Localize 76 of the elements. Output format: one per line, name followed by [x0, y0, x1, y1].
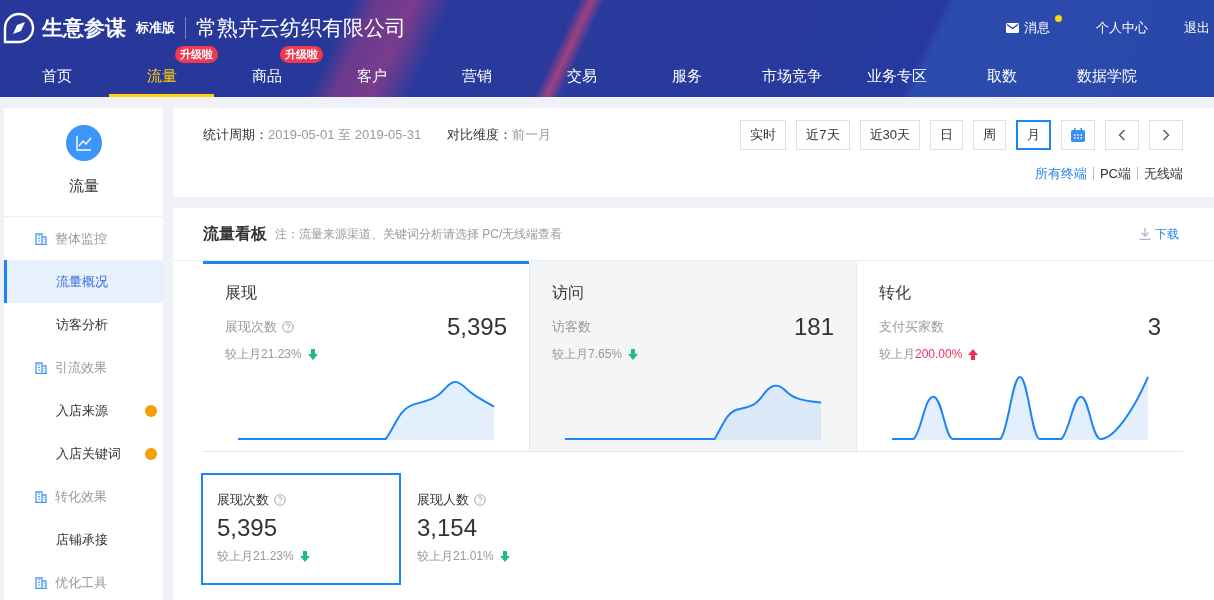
- sidebar-item[interactable]: 入店关键词: [4, 432, 163, 475]
- metric-label: 展现次数: [225, 318, 277, 336]
- download-icon: [1139, 228, 1151, 240]
- change-text: 较上月200.00%: [879, 346, 963, 363]
- shop-name: 常熟卉云纺织有限公司: [196, 14, 406, 41]
- nav-tab[interactable]: 市场竞争: [739, 55, 844, 97]
- terminal-link[interactable]: 无线端: [1137, 167, 1183, 180]
- product-name: 生意参谋: [42, 14, 126, 41]
- chevron-left-icon: [1118, 129, 1126, 141]
- nav-tab[interactable]: 交易: [529, 55, 634, 97]
- upgrade-badge: 升级啦: [280, 46, 323, 63]
- change-text: 较上月7.65%: [552, 346, 623, 363]
- calendar-button[interactable]: [1061, 120, 1095, 150]
- nav-tab[interactable]: 首页: [4, 55, 109, 97]
- change-text: 较上月21.23%: [217, 548, 294, 565]
- metric-value: 5,395: [446, 313, 507, 341]
- nav-tab[interactable]: 数据学院: [1054, 55, 1159, 97]
- mail-icon[interactable]: [1006, 22, 1019, 33]
- sidebar-item[interactable]: 流量概况: [4, 260, 163, 303]
- metric-tile[interactable]: 展现次数 5,395 较上月21.23%: [201, 473, 401, 585]
- header-link[interactable]: 退出: [1184, 18, 1214, 37]
- metric-card[interactable]: 访问 访客数 181 较上月7.65%: [529, 261, 856, 451]
- nav-tab[interactable]: 服务: [634, 55, 739, 97]
- download-link[interactable]: 下载: [1139, 225, 1179, 243]
- board-title: 流量看板: [203, 223, 267, 244]
- metric-card[interactable]: 转化 支付买家数 3 较上月200.00%: [856, 261, 1183, 451]
- range-button[interactable]: 实时: [740, 120, 787, 150]
- group-label: 引流效果: [55, 358, 107, 377]
- group-label: 整体监控: [55, 229, 107, 248]
- nav-tab[interactable]: 营销: [424, 55, 529, 97]
- range-button[interactable]: 近7天: [796, 120, 850, 150]
- metric-tile[interactable]: 展现人数 3,154 较上月21.01%: [401, 473, 601, 585]
- group-label: 优化工具: [55, 573, 107, 592]
- range-button[interactable]: 月: [1016, 120, 1051, 150]
- line-chart-icon: [65, 125, 102, 161]
- tile-label: 展现人数: [417, 491, 469, 509]
- calendar-icon: [1071, 128, 1085, 142]
- change-text: 较上月21.23%: [225, 346, 302, 363]
- metric-value: 181: [793, 313, 834, 341]
- terminal-link[interactable]: PC端: [1092, 167, 1137, 180]
- header-link[interactable]: 个人中心: [1096, 18, 1148, 37]
- building-icon: [35, 490, 47, 503]
- sidebar-item[interactable]: 入店来源: [4, 389, 163, 432]
- card-title: 转化: [879, 283, 912, 303]
- section-title: 流量: [68, 177, 99, 196]
- sidebar-item[interactable]: 店铺承接: [4, 518, 163, 561]
- group-label: 转化效果: [55, 487, 107, 506]
- card-title: 访问: [552, 283, 585, 303]
- tile-value: 3,154: [417, 514, 479, 542]
- chevron-right-icon: [1162, 129, 1170, 141]
- metric-label: 支付买家数: [879, 318, 944, 336]
- range-button[interactable]: 日: [930, 120, 963, 150]
- edition-label: 标准版: [136, 18, 175, 37]
- compass-logo-icon: [3, 11, 35, 44]
- help-icon: [274, 494, 286, 506]
- range-button[interactable]: 近30天: [859, 120, 920, 150]
- metric-label: 访客数: [552, 318, 591, 336]
- metric-card[interactable]: 展现 展现次数 5,395 较上月21.23%: [203, 261, 529, 451]
- tile-label: 展现次数: [217, 491, 269, 509]
- board-note: 注：流量来源渠道、关键词分析请选择 PC/无线端查看: [275, 225, 563, 243]
- upgrade-badge: 升级啦: [175, 46, 218, 63]
- metric-value: 3: [1147, 313, 1161, 341]
- building-icon: [35, 232, 47, 245]
- tile-value: 5,395: [217, 514, 279, 542]
- nav-tab[interactable]: 取数: [949, 55, 1054, 97]
- nav-tab[interactable]: 业务专区: [844, 55, 949, 97]
- building-icon: [35, 361, 47, 374]
- building-icon: [35, 576, 47, 589]
- terminal-link[interactable]: 所有终端: [1028, 167, 1093, 180]
- card-title: 展现: [225, 283, 258, 303]
- period-text: 统计周期：2019-05-01 至 2019-05-31: [203, 126, 422, 144]
- messages-link[interactable]: 消息: [1024, 18, 1050, 37]
- sidebar-item[interactable]: 访客分析: [4, 303, 163, 346]
- range-button[interactable]: 周: [973, 120, 1006, 150]
- change-text: 较上月21.01%: [417, 548, 494, 565]
- help-icon: [474, 494, 486, 506]
